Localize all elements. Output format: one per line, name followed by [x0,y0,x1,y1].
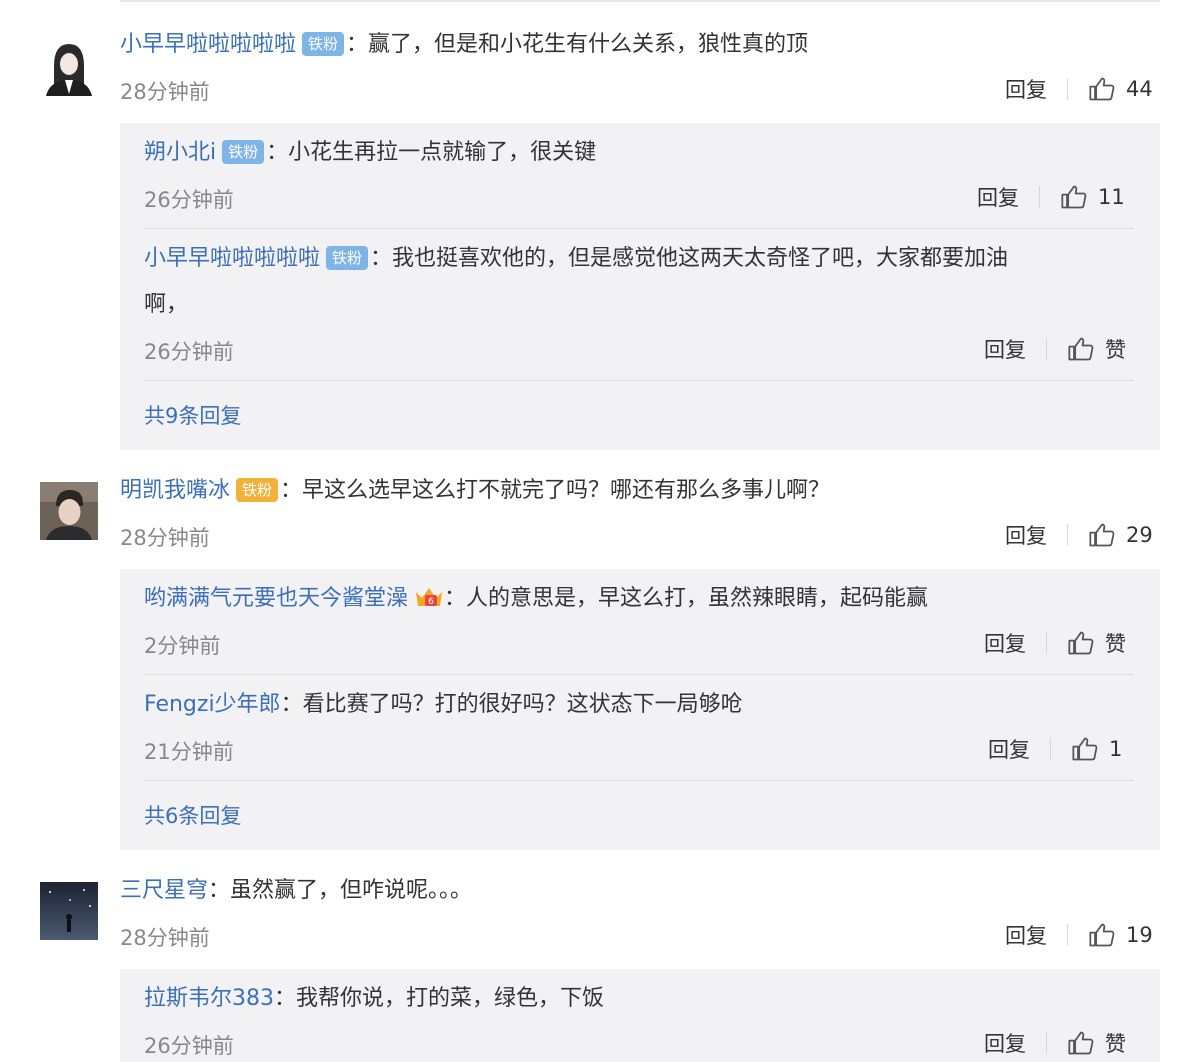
comment-text: ：虽然赢了，但咋说呢。。。 [208,878,473,903]
reply-text: ：我也挺喜欢他的，但是感觉他这两天太奇怪了吧，大家都要加油 [370,246,1009,271]
reply-text: ：人的意思是，早这么打，虽然辣眼睛，起码能赢 [444,586,929,611]
timestamp: 21分钟前 [144,740,234,764]
like-count: 1 [1109,737,1123,761]
reply-button[interactable]: 回复 [1005,520,1047,550]
action-separator [1046,1032,1047,1054]
timestamp: 28分钟前 [120,526,210,550]
reply-button[interactable]: 回复 [984,1028,1026,1058]
action-separator [1050,738,1051,760]
comment-actions: 回复 29 [1005,520,1153,550]
action-separator [1067,924,1068,946]
fan-badge: 铁粉 [326,246,369,270]
like-label[interactable]: 赞 [1105,1028,1126,1058]
reply-text: ：看比赛了吗？打的很好吗？这状态下一局够呛 [280,692,743,717]
like-label[interactable]: 赞 [1105,334,1126,364]
username-link[interactable]: 小早早啦啦啦啦啦 [120,32,296,57]
reply-actions: 回复 赞 [984,1028,1126,1058]
reply-body: 拉斯韦尔383：我帮你说，打的菜，绿色，下饭 [144,984,604,1014]
username-link[interactable]: Fengzi少年郎 [144,692,281,717]
reply-text-continued: 啊， [144,292,189,317]
thumbs-up-icon[interactable] [1088,75,1116,103]
reply-button[interactable]: 回复 [984,628,1026,658]
reply-divider [144,228,1134,229]
like-count: 19 [1126,923,1153,947]
thumbs-up-icon[interactable] [1067,629,1095,657]
vip-crown-icon: 6 [416,588,443,607]
like-count: 44 [1126,77,1153,101]
action-separator [1046,338,1047,360]
avatar[interactable] [40,38,98,96]
avatar[interactable] [40,482,98,540]
view-more-replies-link[interactable]: 共9条回复 [144,400,241,430]
thumbs-up-icon[interactable] [1067,1029,1095,1057]
thumbs-up-icon[interactable] [1088,521,1116,549]
username-link[interactable]: 哟满满气元要也天今酱堂澡 [144,586,408,611]
reply-body: 哟满满气元要也天今酱堂澡 6 ：人的意思是，早这么打，虽然辣眼睛，起码能赢 [144,584,928,614]
username-link[interactable]: 明凯我嘴冰 [120,478,230,503]
timestamp: 26分钟前 [144,340,234,364]
reply-button[interactable]: 回复 [1005,74,1047,104]
reply-body: Fengzi少年郎：看比赛了吗？打的很好吗？这状态下一局够呛 [144,690,743,720]
reply-button[interactable]: 回复 [977,182,1019,212]
reply-body: 小早早啦啦啦啦啦 铁粉 ：我也挺喜欢他的，但是感觉他这两天太奇怪了吧，大家都要加油 [144,244,1008,274]
comment-body: 明凯我嘴冰 铁粉 ：早这么选早这么打不就完了吗？哪还有那么多事儿啊？ [120,476,830,506]
like-count: 29 [1126,523,1153,547]
comment-body: 小早早啦啦啦啦啦 铁粉 ：赢了，但是和小花生有什么关系，狼性真的顶 [120,30,808,60]
like-count: 11 [1098,185,1125,209]
like-label[interactable]: 赞 [1105,628,1126,658]
reply-divider [144,674,1134,675]
reply-divider [144,780,1134,781]
username-link[interactable]: 三尺星穹 [120,878,208,903]
fan-badge: 铁粉 [222,140,265,164]
thumbs-up-icon[interactable] [1067,335,1095,363]
reply-button[interactable]: 回复 [1005,920,1047,950]
reply-body: 朔小北i 铁粉 ：小花生再拉一点就输了，很关键 [144,138,596,168]
reply-actions: 回复 11 [977,182,1125,212]
comment-body: 三尺星穹：虽然赢了，但咋说呢。。。 [120,876,472,906]
thumbs-up-icon[interactable] [1060,183,1088,211]
action-separator [1067,78,1068,100]
reply-text: ：我帮你说，打的菜，绿色，下饭 [274,986,605,1011]
top-divider [120,0,1160,2]
comment-actions: 回复 19 [1005,920,1153,950]
reply-actions: 回复 赞 [984,334,1126,364]
action-separator [1039,186,1040,208]
reply-button[interactable]: 回复 [988,734,1030,764]
reply-box: 朔小北i 铁粉 ：小花生再拉一点就输了，很关键 26分钟前 回复 11 小早早啦啦啦… [120,123,1160,450]
timestamp: 28分钟前 [120,926,210,950]
comment-text: ：赢了，但是和小花生有什么关系，狼性真的顶 [346,32,809,57]
reply-actions: 回复 赞 [984,628,1126,658]
fan-badge: 铁粉 [302,32,345,56]
timestamp: 2分钟前 [144,634,221,658]
reply-divider [144,380,1134,381]
reply-button[interactable]: 回复 [984,334,1026,364]
comment-text: ：早这么选早这么打不就完了吗？哪还有那么多事儿啊？ [280,478,831,503]
view-more-replies-link[interactable]: 共6条回复 [144,800,241,830]
reply-box: 哟满满气元要也天今酱堂澡 6 ：人的意思是，早这么打，虽然辣眼睛，起码能赢 2分钟前… [120,569,1160,850]
reply-actions: 回复 1 [988,734,1122,764]
timestamp: 26分钟前 [144,188,234,212]
reply-box: 拉斯韦尔383：我帮你说，打的菜，绿色，下饭 26分钟前 回复 赞 [120,969,1160,1062]
comment-actions: 回复 44 [1005,74,1153,104]
username-link[interactable]: 朔小北i [144,140,216,165]
reply-text: ：小花生再拉一点就输了，很关键 [266,140,597,165]
action-separator [1067,524,1068,546]
svg-text:6: 6 [428,597,434,607]
action-separator [1046,632,1047,654]
timestamp: 26分钟前 [144,1034,234,1058]
thumbs-up-icon[interactable] [1088,921,1116,949]
avatar[interactable] [40,882,98,940]
username-link[interactable]: 小早早啦啦啦啦啦 [144,246,320,271]
timestamp: 28分钟前 [120,80,210,104]
thumbs-up-icon[interactable] [1071,735,1099,763]
vip-fan-badge: 铁粉 [236,478,279,502]
username-link[interactable]: 拉斯韦尔383 [144,986,274,1011]
